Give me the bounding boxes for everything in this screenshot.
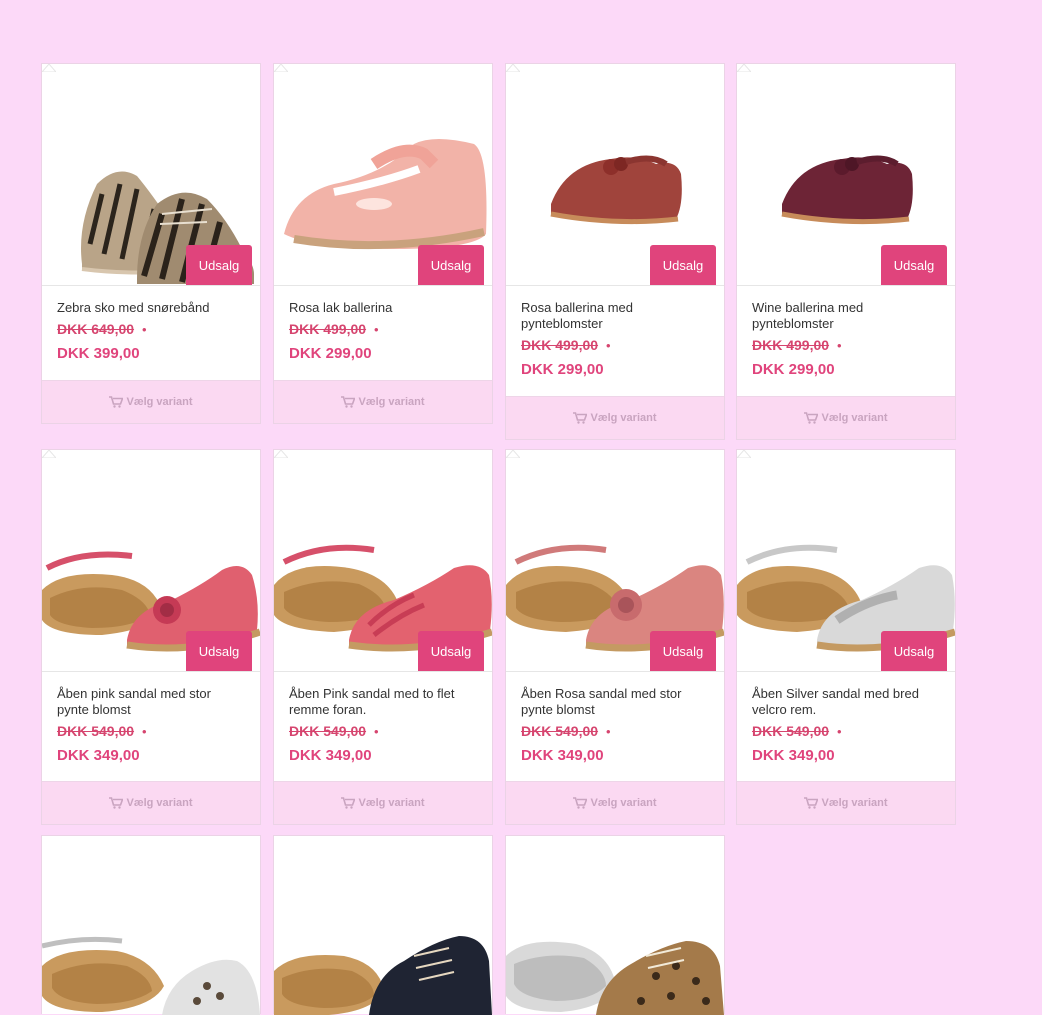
sale-price: DKK 399,00 [57,345,140,362]
sale-price: DKK 349,00 [289,747,372,764]
product-image[interactable] [506,836,724,1015]
product-card[interactable]: Udsalg Åben Silver sandal med bred velcr… [736,449,956,825]
cart-icon [573,797,588,809]
card-pointer [42,64,56,72]
price-separator: • [142,724,147,739]
old-price: DKK 499,00 [521,337,599,353]
sale-badge: Udsalg [418,245,484,285]
product-image[interactable]: Udsalg [506,64,724,286]
product-name[interactable]: Rosa ballerina med pynteblomster [521,300,709,332]
variant-label: Vælg variant [590,412,657,424]
product-image[interactable]: Udsalg [274,450,492,672]
price-separator: • [374,724,379,739]
price-separator: • [837,724,842,739]
sale-price: DKK 299,00 [289,345,372,362]
old-price: DKK 549,00 [57,723,135,739]
product-name[interactable]: Rosa lak ballerina [289,300,477,316]
choose-variant-button[interactable]: Vælg variant [506,396,724,439]
product-image[interactable]: Udsalg [42,450,260,672]
card-pointer [506,450,520,458]
cart-icon [109,797,124,809]
product-image[interactable]: Udsalg [737,450,955,672]
choose-variant-button[interactable]: Vælg variant [274,781,492,824]
card-pointer [42,450,56,458]
cart-icon [573,412,588,424]
old-price: DKK 549,00 [521,723,599,739]
cart-icon [341,396,356,408]
sale-price: DKK 299,00 [521,361,604,378]
product-image[interactable]: Udsalg [506,450,724,672]
navy-boot-image [274,936,492,1015]
product-image[interactable]: Udsalg [737,64,955,286]
card-pointer [506,64,520,72]
card-pointer [737,450,751,458]
price-separator: • [837,338,842,353]
price-separator: • [142,322,147,337]
sale-badge: Udsalg [418,631,484,671]
choose-variant-button[interactable]: Vælg variant [274,380,492,423]
choose-variant-button[interactable]: Vælg variant [737,396,955,439]
product-card[interactable] [505,835,725,1015]
product-image[interactable]: Udsalg [274,64,492,286]
variant-label: Vælg variant [358,797,425,809]
price-separator: • [606,338,611,353]
variant-label: Vælg variant [821,412,888,424]
cart-icon [109,396,124,408]
product-card[interactable] [41,835,261,1015]
sale-badge: Udsalg [186,631,252,671]
cart-icon [804,797,819,809]
choose-variant-button[interactable]: Vælg variant [42,380,260,423]
product-name[interactable]: Åben Silver sandal med bred velcro rem. [752,686,940,718]
sale-badge: Udsalg [186,245,252,285]
card-pointer [274,64,288,72]
sale-price: DKK 299,00 [752,361,835,378]
old-price: DKK 549,00 [289,723,367,739]
choose-variant-button[interactable]: Vælg variant [42,781,260,824]
product-name[interactable]: Zebra sko med snørebånd [57,300,245,316]
sale-badge: Udsalg [881,631,947,671]
card-pointer [274,450,288,458]
sale-price: DKK 349,00 [57,747,140,764]
leopard-sneaker-image [506,941,724,1015]
product-card[interactable]: Udsalg Åben Rosa sandal med stor pynte b… [505,449,725,825]
product-name[interactable]: Wine ballerina med pynteblomster [752,300,940,332]
product-card[interactable]: Udsalg Åben pink sandal med stor pynte b… [41,449,261,825]
product-image[interactable] [274,836,492,1015]
product-name[interactable]: Åben Rosa sandal med stor pynte blomst [521,686,709,718]
product-name[interactable]: Åben pink sandal med stor pynte blomst [57,686,245,718]
choose-variant-button[interactable]: Vælg variant [737,781,955,824]
product-card[interactable]: Udsalg Rosa ballerina med pynteblomster … [505,63,725,440]
choose-variant-button[interactable]: Vælg variant [506,781,724,824]
sale-price: DKK 349,00 [752,747,835,764]
product-image[interactable]: Udsalg [42,64,260,286]
product-card[interactable]: Udsalg Wine ballerina med pynteblomster … [736,63,956,440]
old-price: DKK 649,00 [57,321,135,337]
product-card[interactable]: Udsalg Rosa lak ballerina DKK 499,00 • DK… [273,63,493,424]
variant-label: Vælg variant [590,797,657,809]
product-card[interactable]: Udsalg Zebra sko med snørebånd DKK 649,0… [41,63,261,424]
card-pointer [737,64,751,72]
silver-leopard-sandal-image [42,936,260,1015]
old-price: DKK 499,00 [752,337,830,353]
product-card[interactable] [273,835,493,1015]
sale-badge: Udsalg [650,245,716,285]
cart-icon [804,412,819,424]
old-price: DKK 549,00 [752,723,830,739]
product-image[interactable] [42,836,260,1015]
product-card[interactable]: Udsalg Åben Pink sandal med to flet remm… [273,449,493,825]
sale-badge: Udsalg [881,245,947,285]
variant-label: Vælg variant [821,797,888,809]
variant-label: Vælg variant [358,396,425,408]
sale-price: DKK 349,00 [521,747,604,764]
cart-icon [341,797,356,809]
price-separator: • [374,322,379,337]
price-separator: • [606,724,611,739]
product-name[interactable]: Åben Pink sandal med to flet remme foran… [289,686,477,718]
sale-badge: Udsalg [650,631,716,671]
variant-label: Vælg variant [126,797,193,809]
old-price: DKK 499,00 [289,321,367,337]
variant-label: Vælg variant [126,396,193,408]
